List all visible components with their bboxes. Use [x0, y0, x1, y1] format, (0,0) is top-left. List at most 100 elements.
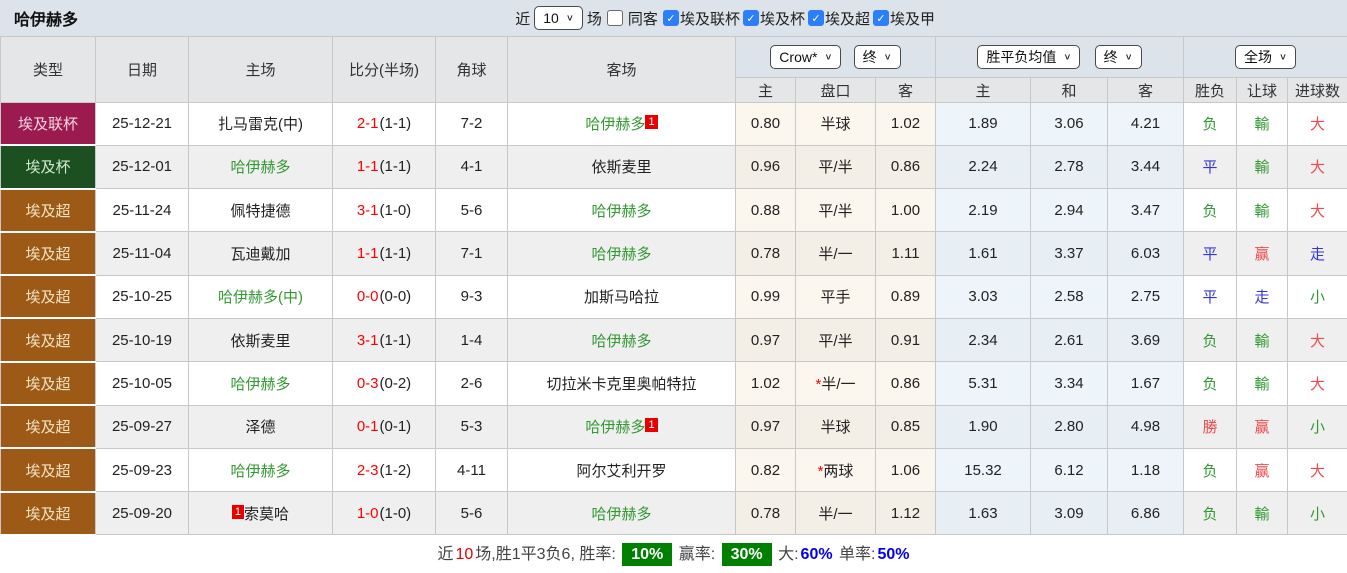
cell-handicap: 半/一 [796, 232, 876, 275]
cell-avg-win: 3.03 [936, 275, 1031, 318]
cell-result-goals: 小 [1288, 492, 1347, 535]
cell-corners: 4-11 [436, 448, 508, 491]
cell-handicap: 平/半 [796, 318, 876, 361]
cell-home-team: 1索莫哈 [189, 492, 333, 535]
cell-date: 25-12-01 [96, 145, 189, 188]
cell-corners: 7-2 [436, 103, 508, 146]
cell-away-team: 哈伊赫多1 [508, 405, 736, 448]
cell-avg-win: 2.24 [936, 145, 1031, 188]
cell-away-team: 阿尔艾利开罗 [508, 448, 736, 491]
cell-score: 1-1(1-1) [333, 145, 436, 188]
league-filter-group: 埃及联杯埃及杯埃及超埃及甲 [662, 8, 935, 29]
cell-result-handicap: 赢 [1237, 448, 1288, 491]
cell-odds-home: 0.88 [736, 189, 796, 232]
cell-odds-away: 0.86 [876, 145, 936, 188]
cell-handicap: 半/一 [796, 492, 876, 535]
odds-source-select[interactable]: Crow* ∨ [770, 45, 841, 69]
avg-time-value: 终 [1104, 48, 1118, 66]
cell-score: 1-1(1-1) [333, 232, 436, 275]
cell-league: 埃及超 [1, 362, 96, 405]
cell-avg-win: 15.32 [936, 448, 1031, 491]
cell-score: 1-0(1-0) [333, 492, 436, 535]
cell-odds-home: 0.78 [736, 232, 796, 275]
cell-avg-draw: 2.78 [1031, 145, 1108, 188]
cell-avg-draw: 3.37 [1031, 232, 1108, 275]
cell-avg-draw: 3.06 [1031, 103, 1108, 146]
cell-date: 25-12-21 [96, 103, 189, 146]
chevron-down-icon: ∨ [1279, 50, 1287, 64]
table-row: 埃及超25-09-27泽德0-1(0-1)5-3哈伊赫多10.97半球0.851… [1, 405, 1347, 448]
table-row: 埃及超25-09-23哈伊赫多2-3(1-2)4-11阿尔艾利开罗0.82*两球… [1, 448, 1347, 491]
cell-result-handicap: 輸 [1237, 189, 1288, 232]
cell-avg-lose: 4.98 [1108, 405, 1184, 448]
cell-avg-win: 5.31 [936, 362, 1031, 405]
cell-result-handicap: 赢 [1237, 232, 1288, 275]
league-filter-checkbox-2[interactable] [808, 10, 824, 26]
cell-avg-lose: 1.67 [1108, 362, 1184, 405]
league-filter-checkbox-3[interactable] [873, 10, 889, 26]
cell-date: 25-11-04 [96, 232, 189, 275]
summary-text: 大: [774, 546, 799, 563]
cell-result-wdl: 负 [1184, 318, 1237, 361]
col-header-type: 类型 [1, 37, 96, 103]
cell-result-goals: 大 [1288, 189, 1347, 232]
col-header-result-goals: 进球数 [1288, 78, 1347, 103]
cell-odds-away: 0.85 [876, 405, 936, 448]
matches-label: 场 [587, 8, 602, 29]
cell-odds-home: 1.02 [736, 362, 796, 405]
summary-text: 10 [456, 546, 474, 563]
cell-avg-draw: 2.58 [1031, 275, 1108, 318]
table-row: 埃及超25-10-05哈伊赫多0-3(0-2)2-6切拉米卡克里奥帕特拉1.02… [1, 362, 1347, 405]
table-row: 埃及超25-11-04瓦迪戴加1-1(1-1)7-1哈伊赫多0.78半/一1.1… [1, 232, 1347, 275]
cell-result-goals: 走 [1288, 232, 1347, 275]
same-away-checkbox[interactable] [607, 10, 623, 26]
league-filter-label: 埃及甲 [890, 8, 935, 29]
cell-result-wdl: 平 [1184, 275, 1237, 318]
cell-handicap: 平手 [796, 275, 876, 318]
cell-date: 25-10-25 [96, 275, 189, 318]
cell-league: 埃及杯 [1, 145, 96, 188]
cell-away-team: 加斯马哈拉 [508, 275, 736, 318]
avg-time-select[interactable]: 终 ∨ [1095, 45, 1142, 69]
league-filter-checkbox-0[interactable] [663, 10, 679, 26]
cell-avg-draw: 3.09 [1031, 492, 1108, 535]
col-header-result-wdl: 胜负 [1184, 78, 1237, 103]
scope-select[interactable]: 全场 ∨ [1235, 45, 1296, 69]
scope-select-group: 全场 ∨ [1184, 37, 1347, 78]
match-count-select[interactable]: 10 ∨ [534, 6, 583, 30]
cell-league: 埃及超 [1, 448, 96, 491]
league-filter-label: 埃及超 [825, 8, 870, 29]
cell-result-handicap: 走 [1237, 275, 1288, 318]
cell-odds-home: 0.80 [736, 103, 796, 146]
cell-avg-lose: 3.44 [1108, 145, 1184, 188]
cell-score: 2-3(1-2) [333, 448, 436, 491]
summary-text: 10% [622, 543, 672, 566]
league-filter-checkbox-1[interactable] [743, 10, 759, 26]
cell-date: 25-09-23 [96, 448, 189, 491]
col-header-avg-lose: 客 [1108, 78, 1184, 103]
odds-time-value: 终 [863, 48, 877, 66]
goal-badge: 1 [232, 505, 244, 519]
odds-time-select[interactable]: 终 ∨ [854, 45, 901, 69]
cell-date: 25-09-27 [96, 405, 189, 448]
table-row: 埃及杯25-12-01哈伊赫多1-1(1-1)4-1依斯麦里0.96平/半0.8… [1, 145, 1347, 188]
cell-handicap: 平/半 [796, 145, 876, 188]
cell-league: 埃及超 [1, 275, 96, 318]
cell-score: 3-1(1-0) [333, 189, 436, 232]
cell-handicap: 半球 [796, 405, 876, 448]
chevron-down-icon: ∨ [1063, 50, 1071, 64]
cell-odds-away: 0.86 [876, 362, 936, 405]
avg-type-select[interactable]: 胜平负均值 ∨ [977, 45, 1080, 69]
cell-away-team: 哈伊赫多 [508, 492, 736, 535]
summary-bar: 近10场,胜1平3负6, 胜率: 10% 赢率: 30% 大:60% 单率:50… [0, 536, 1347, 573]
cell-score: 0-0(0-0) [333, 275, 436, 318]
col-header-handicap: 盘口 [796, 78, 876, 103]
col-header-date: 日期 [96, 37, 189, 103]
cell-avg-draw: 2.80 [1031, 405, 1108, 448]
cell-avg-draw: 2.94 [1031, 189, 1108, 232]
cell-result-goals: 小 [1288, 405, 1347, 448]
cell-avg-lose: 6.03 [1108, 232, 1184, 275]
cell-result-handicap: 赢 [1237, 405, 1288, 448]
cell-corners: 7-1 [436, 232, 508, 275]
summary-text: 30% [722, 543, 772, 566]
